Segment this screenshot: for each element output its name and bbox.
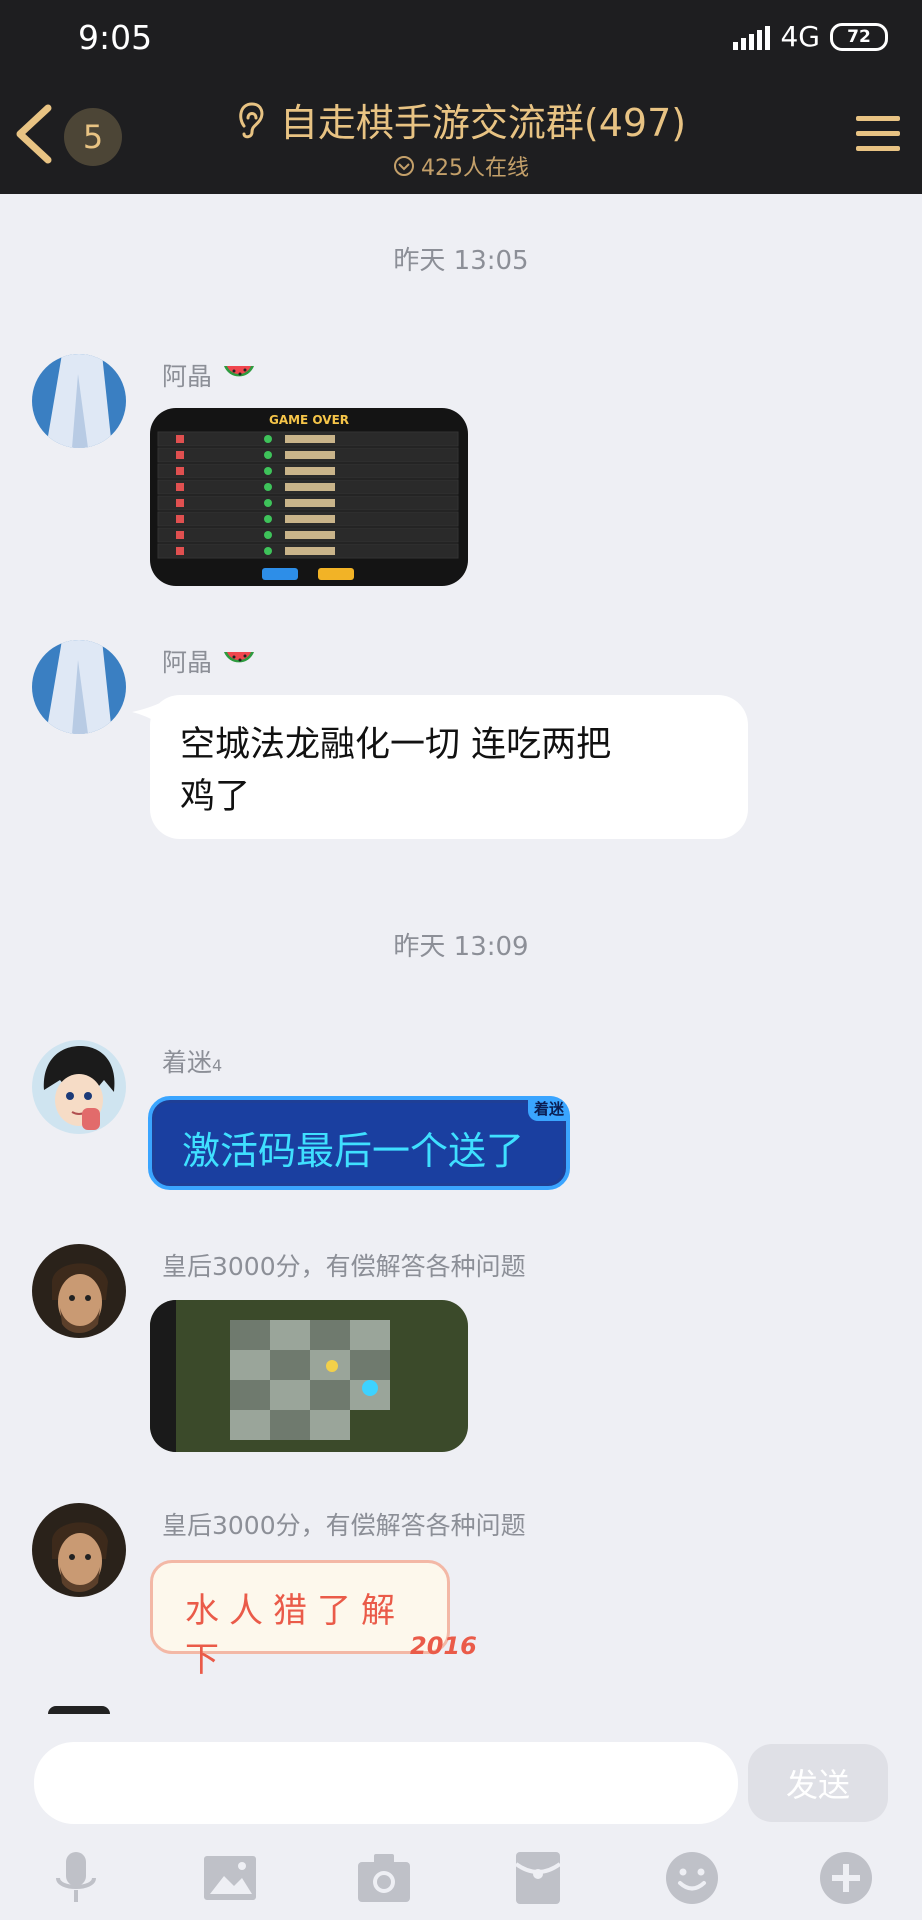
online-status[interactable]: 425人在线 (0, 150, 922, 182)
avatar[interactable] (32, 1503, 126, 1597)
sender-name: 阿晶 (162, 357, 256, 393)
battery-level: 72 (847, 26, 871, 47)
ear-icon (239, 101, 264, 138)
status-time: 9:05 (78, 18, 153, 57)
message-line: 空城法龙融化一切 连吃两把 (180, 725, 612, 765)
battery-icon: 72 (830, 22, 888, 51)
sender-label: 皇后3000分，有偿解答各种问题 (162, 1252, 526, 1281)
sticker-message[interactable]: 水人猎了解下 (150, 1560, 450, 1680)
sender-label: 着迷4 (162, 1048, 223, 1077)
emoji-icon[interactable] (664, 1850, 720, 1906)
composer-toolbar (0, 1844, 922, 1914)
watermelon-icon (224, 366, 255, 377)
game-over-title: GAME OVER (269, 413, 349, 427)
avatar[interactable] (32, 640, 126, 734)
sender-name: 皇后3000分，有偿解答各种问题 (162, 1247, 526, 1283)
red-packet-icon[interactable] (510, 1850, 566, 1906)
avatar-partial (48, 1706, 110, 1714)
sender-name: 皇后3000分，有偿解答各种问题 (162, 1506, 526, 1542)
sender-label: 阿晶 (162, 362, 213, 391)
timestamp: 昨天 13:05 (393, 246, 529, 276)
watermelon-icon (224, 652, 255, 663)
bubble-tag: 着迷 (527, 1096, 570, 1121)
top-bar: 9:05 4G 72 5 自走棋手游交流群(497) 425人在线 (0, 0, 922, 194)
styled-text-message[interactable]: 着迷 激活码最后一个送了 (148, 1096, 570, 1190)
timestamp: 昨天 13:09 (393, 932, 529, 962)
plus-icon[interactable] (818, 1850, 874, 1906)
sender-suffix: 4 (212, 1056, 223, 1075)
image-icon[interactable] (202, 1850, 258, 1906)
menu-icon[interactable] (854, 112, 902, 156)
sender-label: 皇后3000分，有偿解答各种问题 (162, 1511, 526, 1540)
microphone-icon[interactable] (48, 1850, 104, 1906)
avatar[interactable] (32, 1040, 126, 1134)
image-message[interactable] (150, 1300, 468, 1452)
send-button[interactable]: 发送 (748, 1744, 888, 1822)
sticker-text: 水人猎了解下 (185, 1591, 405, 1680)
message-line: 鸡了 (180, 777, 251, 817)
sender-name: 着迷4 (162, 1043, 222, 1079)
network-type: 4G (780, 20, 820, 53)
sender-name: 阿晶 (162, 643, 256, 679)
composer: 发送 (0, 1714, 922, 1920)
signal-icon (733, 24, 771, 50)
message-input[interactable] (34, 1742, 738, 1824)
avatar[interactable] (32, 354, 126, 448)
sticker-year: 2016 (410, 1632, 477, 1660)
avatar[interactable] (32, 1244, 126, 1338)
text-message[interactable]: 空城法龙融化一切 连吃两把 鸡了 (150, 695, 748, 839)
sender-label: 阿晶 (162, 648, 213, 677)
online-count: 425人在线 (421, 156, 529, 181)
camera-icon[interactable] (356, 1850, 412, 1906)
message-text: 激活码最后一个送了 (182, 1129, 525, 1173)
group-title: 自走棋手游交流群(497) (279, 101, 687, 145)
status-icons: 4G 72 (733, 20, 888, 53)
chevron-circle-down-icon (394, 156, 414, 176)
header-title: 自走棋手游交流群(497) (0, 92, 922, 147)
image-message[interactable]: GAME OVER (150, 408, 468, 586)
